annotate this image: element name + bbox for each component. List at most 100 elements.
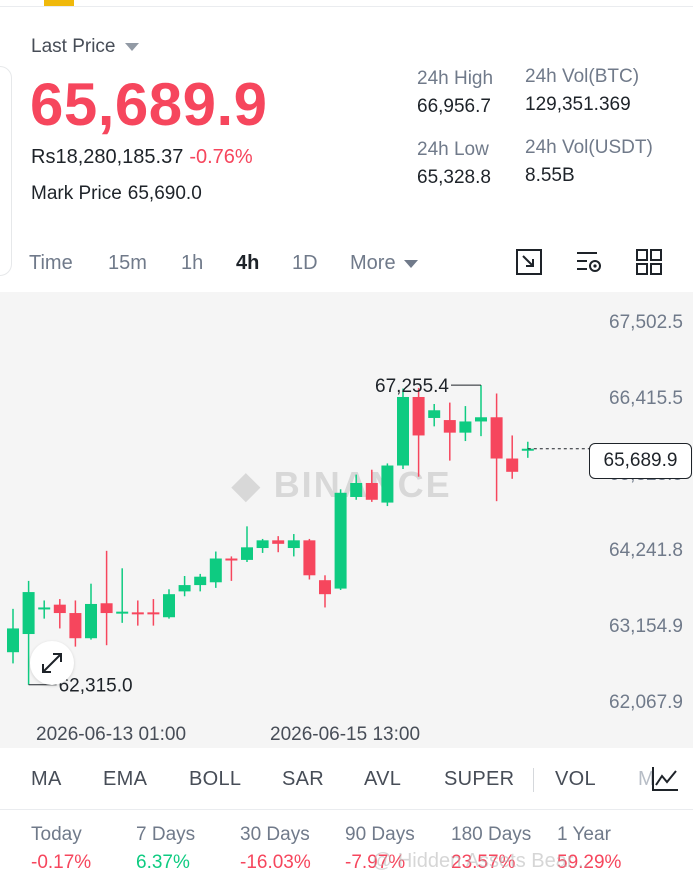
indicator-vol[interactable]: VOL: [555, 768, 596, 791]
candle-body: [116, 611, 129, 614]
candlestick-chart[interactable]: ◆ BINANCE67,502.566,415.565,328.564,241.…: [0, 292, 693, 748]
perf-today: Today -0.17%: [31, 824, 91, 874]
perf-label: Today: [31, 824, 82, 845]
indicator-ma[interactable]: MA: [31, 768, 62, 791]
expand-arrows-icon: [42, 653, 62, 673]
candle-body: [428, 410, 441, 418]
stat-label: 24h High: [417, 68, 494, 89]
perf-7-days: 7 Days 6.37%: [136, 824, 195, 874]
fullscreen-chart-icon[interactable]: [515, 248, 543, 276]
candle-body: [38, 607, 51, 610]
mark-price-label: Mark Price: [31, 183, 122, 204]
indicator-super[interactable]: SUPER: [444, 768, 514, 791]
caret-down-icon: [403, 259, 418, 268]
candle-body: [194, 576, 207, 586]
perf-label: 180 Days: [451, 824, 532, 845]
perf-label: 1 Year: [557, 824, 611, 845]
tab-more-label: More: [350, 252, 396, 274]
stat-label: 24h Vol(USDT): [525, 137, 653, 158]
top-divider: [0, 6, 693, 7]
x-axis-tick-label: 2026-06-13 01:00: [36, 724, 186, 745]
tab-time[interactable]: Time: [29, 252, 73, 275]
candle-body: [163, 594, 175, 618]
fiat-price-row: Rs18,280,185.37 -0.76%: [31, 146, 253, 169]
y-axis-tick-label: 63,154.9: [609, 616, 683, 637]
candle-body: [69, 613, 82, 639]
tab-more[interactable]: More: [350, 252, 418, 275]
stat-24h-vol-btc: 24h Vol(BTC) 129,351.369: [525, 66, 639, 116]
candle-body: [319, 580, 331, 595]
stat-label: 24h Vol(BTC): [525, 66, 640, 87]
stat-24h-vol-usdt: 24h Vol(USDT) 8.55B: [525, 137, 653, 187]
stat-24h-high: 24h High 66,956.7: [417, 68, 493, 118]
indicator-avl[interactable]: AVL: [364, 768, 401, 791]
candle-body: [443, 420, 456, 433]
perf-30-days: 30 Days -16.03%: [240, 824, 311, 874]
candle-body: [256, 540, 269, 549]
mark-price-row: Mark Price 65,690.0: [31, 183, 202, 205]
indicator-ema[interactable]: EMA: [103, 768, 147, 791]
stat-value: 65,328.8: [417, 167, 491, 188]
caret-down-icon: [125, 43, 140, 51]
candle-body: [209, 558, 222, 583]
last-price-selector[interactable]: Last Price: [31, 36, 140, 58]
candle-body: [365, 482, 378, 500]
last-price-value: 65,689.9: [30, 71, 268, 138]
stat-value: 66,956.7: [417, 96, 491, 117]
perf-label: 90 Days: [345, 824, 415, 845]
tab-1d[interactable]: 1D: [292, 252, 318, 275]
candle-body: [53, 604, 66, 614]
candle-body: [147, 612, 160, 615]
x-axis-tick-label: 2026-06-15 13:00: [270, 724, 420, 745]
candle-body: [85, 603, 97, 639]
perf-value: -0.17%: [31, 852, 92, 873]
current-price-tag: 65,689.9: [589, 443, 692, 479]
candle-body: [131, 612, 144, 615]
y-axis-tick-label: 66,415.5: [609, 388, 683, 409]
indicator-bar: MA EMA BOLL SAR AVL SUPER VOL M: [0, 748, 693, 810]
candle-body: [459, 421, 472, 433]
candle-body: [490, 417, 503, 459]
indicator-sar[interactable]: SAR: [282, 768, 324, 791]
overlay-watermark: @ Hidden Assets Bear...: [372, 850, 590, 872]
candle-body: [178, 585, 191, 592]
chart-settings-icon[interactable]: [575, 248, 603, 276]
candle-body: [241, 547, 253, 560]
candle-body: [397, 396, 409, 466]
candle-body: [22, 592, 35, 635]
indicator-chart-icon[interactable]: [650, 765, 680, 793]
tab-15m[interactable]: 15m: [108, 252, 147, 275]
indicator-boll[interactable]: BOLL: [189, 768, 241, 791]
stat-label: 24h Low: [417, 139, 489, 160]
expand-chart-button[interactable]: [30, 641, 74, 685]
tab-4h[interactable]: 4h: [236, 252, 259, 275]
tab-1h[interactable]: 1h: [181, 252, 203, 275]
mark-price-value: 65,690.0: [127, 183, 202, 204]
last-price-label: Last Price: [31, 36, 116, 57]
candle-body: [272, 540, 285, 544]
indicator-separator: [533, 768, 534, 792]
candle-body: [303, 540, 316, 576]
stat-value: 129,351.369: [525, 94, 631, 115]
candle-body: [412, 396, 425, 436]
candle-body: [506, 458, 519, 472]
fiat-price: Rs18,280,185.37: [31, 146, 184, 168]
candle-body: [334, 492, 347, 589]
y-axis-tick-label: 62,067.9: [609, 692, 683, 713]
candle-body: [7, 628, 19, 653]
perf-value: -16.03%: [240, 852, 311, 873]
candle-body: [287, 540, 300, 549]
stat-24h-low: 24h Low 65,328.8: [417, 139, 491, 189]
change-percent: -0.76%: [189, 146, 253, 168]
y-axis-tick-label: 67,502.5: [609, 312, 683, 333]
chart-canvas: ◆ BINANCE67,502.566,415.565,328.564,241.…: [7, 312, 683, 745]
candle-body: [381, 465, 394, 503]
perf-value: 6.37%: [136, 852, 190, 873]
candle-body: [225, 558, 238, 561]
candle-body: [350, 482, 363, 497]
candle-body: [100, 603, 113, 614]
max-price-label: 67,255.4: [375, 376, 449, 397]
perf-label: 7 Days: [136, 824, 196, 845]
perf-label: 30 Days: [240, 824, 310, 845]
grid-layout-icon[interactable]: [635, 248, 663, 276]
